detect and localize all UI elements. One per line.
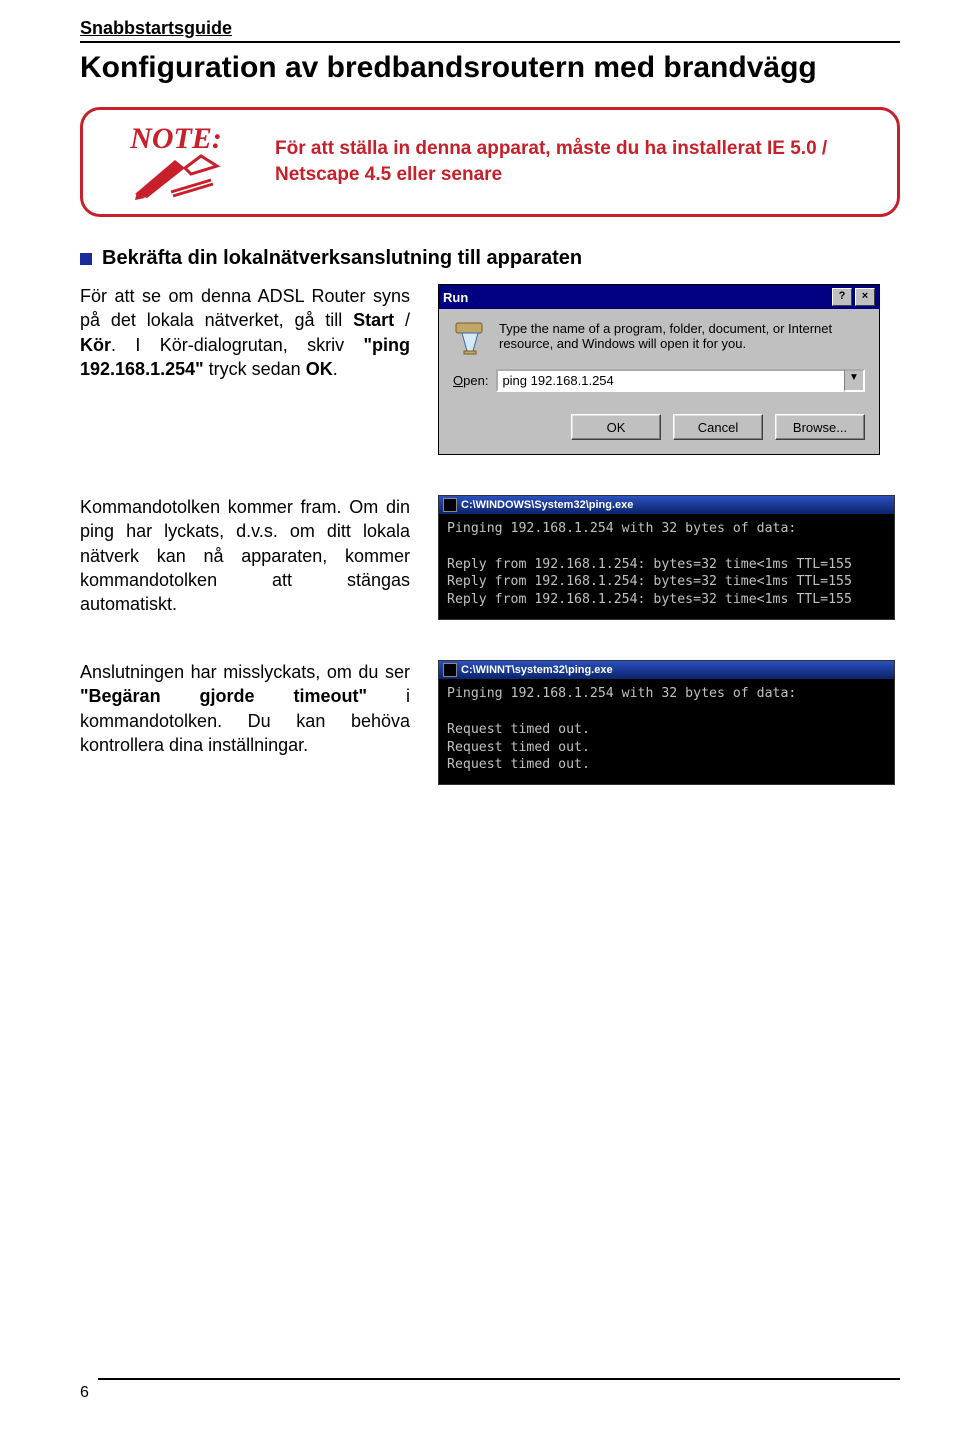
browse-button[interactable]: Browse...: [775, 414, 865, 440]
cmd-title-text: C:\WINDOWS\System32\ping.exe: [461, 499, 633, 511]
open-label: Open:: [453, 373, 488, 388]
cmd-icon: [443, 498, 457, 512]
cmd-titlebar: C:\WINDOWS\System32\ping.exe: [439, 496, 894, 514]
page-number: 6: [80, 1384, 89, 1402]
close-button[interactable]: ×: [855, 288, 875, 306]
cmd-output: Pinging 192.168.1.254 with 32 bytes of d…: [439, 514, 894, 619]
note-icon: NOTE:: [101, 124, 251, 200]
cmd-output: Pinging 192.168.1.254 with 32 bytes of d…: [439, 679, 894, 784]
note-label: NOTE:: [130, 124, 222, 154]
cmd-icon: [443, 663, 457, 677]
ok-button[interactable]: OK: [571, 414, 661, 440]
help-button[interactable]: ?: [832, 288, 852, 306]
para-cmd-success: Kommandotolken kommer fram. Om din ping …: [80, 495, 410, 620]
cmd-window-success: C:\WINDOWS\System32\ping.exe Pinging 192…: [438, 495, 895, 620]
bullet-icon: [80, 253, 92, 265]
section-heading: Bekräfta din lokalnätverksanslutning til…: [80, 247, 900, 270]
run-titlebar: Run ? ×: [439, 285, 879, 309]
footer-rule: [98, 1378, 900, 1380]
run-dialog: Run ? ×: [438, 284, 880, 455]
open-combobox[interactable]: ▼: [496, 369, 865, 392]
note-hand-icon: [131, 154, 221, 200]
note-text: För att ställa in denna apparat, måste d…: [275, 136, 879, 187]
para-run: För att se om denna ADSL Router syns på …: [80, 284, 410, 455]
open-input[interactable]: [496, 369, 844, 392]
run-title-text: Run: [443, 290, 468, 305]
cmd-window-timeout: C:\WINNT\system32\ping.exe Pinging 192.1…: [438, 660, 895, 785]
page-title: Konfiguration av bredbandsroutern med br…: [80, 51, 900, 85]
run-description: Type the name of a program, folder, docu…: [499, 321, 865, 351]
header-rule: [80, 41, 900, 43]
para-cmd-timeout: Anslutningen har misslyckats, om du ser …: [80, 660, 410, 785]
section-title: Bekräfta din lokalnätverksanslutning til…: [102, 247, 582, 270]
cmd-title-text: C:\WINNT\system32\ping.exe: [461, 664, 613, 676]
note-callout: NOTE: För att ställa in denna apparat, m…: [80, 107, 900, 217]
cancel-button[interactable]: Cancel: [673, 414, 763, 440]
combo-dropdown-button[interactable]: ▼: [844, 369, 865, 392]
cmd-titlebar: C:\WINNT\system32\ping.exe: [439, 661, 894, 679]
doc-header: Snabbstartsguide: [80, 18, 900, 39]
run-icon: [453, 321, 487, 355]
